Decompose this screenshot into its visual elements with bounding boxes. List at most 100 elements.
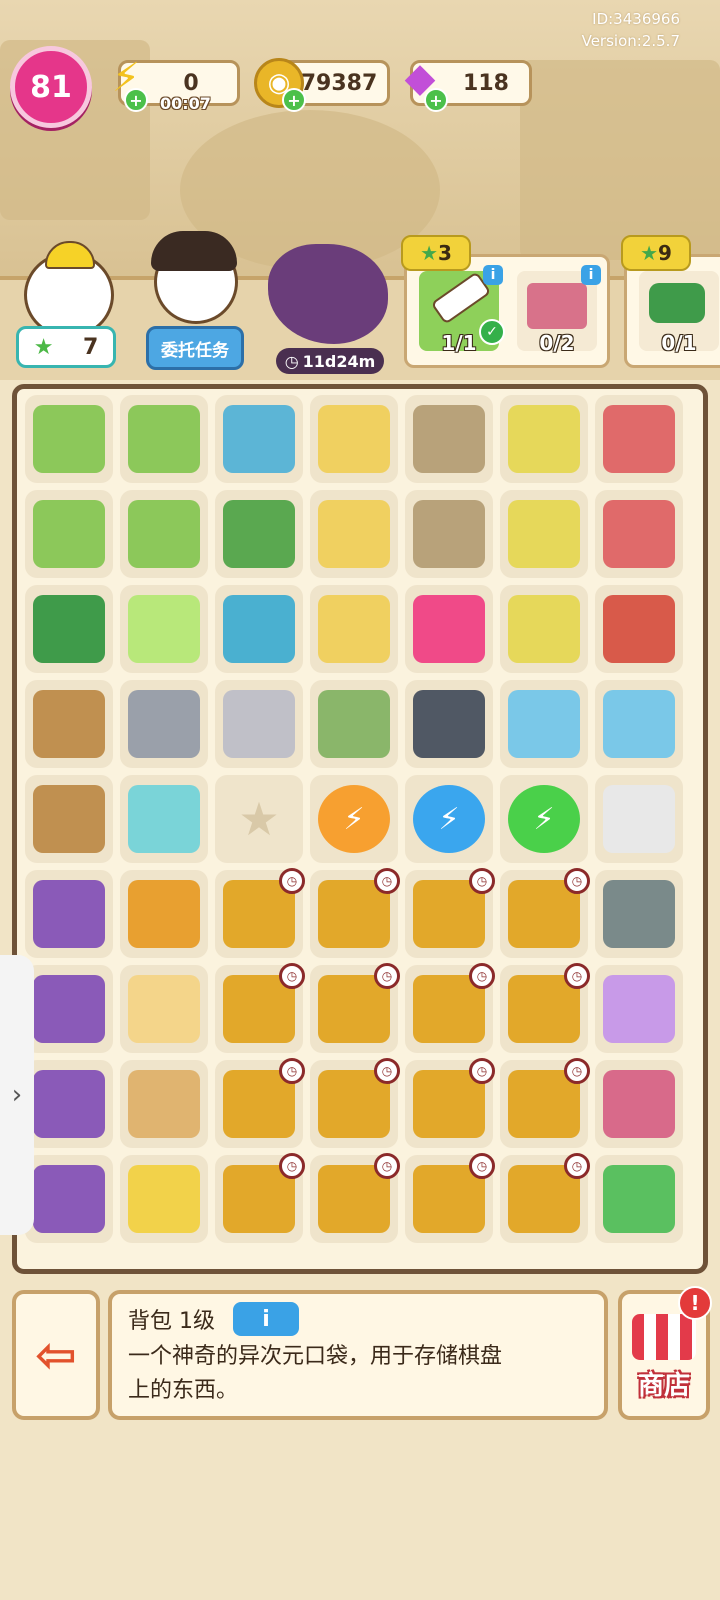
board-cell[interactable] xyxy=(215,680,303,768)
board-cell[interactable] xyxy=(405,585,493,673)
board-cell[interactable] xyxy=(25,585,113,673)
board-cell[interactable]: ⚡ xyxy=(500,775,588,863)
board-cell[interactable]: ◷ xyxy=(500,868,590,958)
board-cell[interactable] xyxy=(25,395,113,483)
board-cell[interactable]: ◷ xyxy=(500,1153,590,1243)
order-item-brick-pile[interactable]: 0/2 i xyxy=(517,265,601,355)
board-cell[interactable] xyxy=(500,680,588,768)
blueprint-box-icon xyxy=(223,405,295,473)
board-cell[interactable] xyxy=(405,490,493,578)
board-cell[interactable] xyxy=(405,680,493,768)
board-cell[interactable] xyxy=(120,490,208,578)
order-item-power-drill[interactable]: 0/1 xyxy=(639,271,719,355)
shop-button[interactable]: 商店 ! xyxy=(618,1286,712,1420)
board-cell[interactable]: ◷ xyxy=(215,1153,305,1243)
board-cell[interactable]: ◷ xyxy=(405,1058,495,1148)
order-card[interactable]: ★ 3 1/1 ✓ i 0/2 i xyxy=(401,235,610,368)
board-cell[interactable] xyxy=(595,775,683,863)
add-energy-button[interactable]: + xyxy=(124,88,148,112)
item-info-button[interactable]: i xyxy=(233,1302,299,1336)
board-cell[interactable] xyxy=(215,395,303,483)
board-cell[interactable] xyxy=(595,965,683,1053)
board-cell[interactable] xyxy=(310,395,398,483)
exit-button[interactable]: ⇦ xyxy=(12,1290,100,1420)
board-cell[interactable] xyxy=(500,490,588,578)
board-cell[interactable]: ◷ xyxy=(215,868,305,958)
board-cell[interactable] xyxy=(120,965,208,1053)
board-cell[interactable]: ★ xyxy=(215,775,303,863)
board-cell[interactable] xyxy=(595,1060,683,1148)
lock-timer-icon: ◷ xyxy=(279,868,305,894)
purple-bag-icon xyxy=(33,1165,105,1233)
board-cell[interactable]: ◷ xyxy=(310,1153,400,1243)
blue-trampoline-icon xyxy=(223,595,295,663)
duck-cart-icon xyxy=(318,500,390,568)
board-cell[interactable]: ◷ xyxy=(405,1153,495,1243)
side-panel-tab[interactable]: › xyxy=(0,955,34,1235)
board-cell[interactable] xyxy=(405,395,493,483)
board-cell[interactable]: ◷ xyxy=(500,1058,590,1148)
board-cell[interactable]: ◷ xyxy=(405,963,495,1053)
item-title: 背包 1级 xyxy=(128,1309,215,1334)
item-description-line: 一个神奇的异次元口袋，用于存储棋盘 xyxy=(128,1344,503,1369)
order-card[interactable]: ★ 9 0/1 xyxy=(621,235,720,368)
add-gems-button[interactable]: + xyxy=(424,88,448,112)
board-cell[interactable] xyxy=(120,585,208,673)
toolcart-icon xyxy=(508,405,580,473)
version-info: ID:3436966 Version:2.5.7 xyxy=(582,8,680,52)
board-cell[interactable] xyxy=(25,870,113,958)
player-level-badge[interactable]: 81 xyxy=(10,46,92,128)
board-cell[interactable]: ◷ xyxy=(310,868,400,958)
lock-timer-icon: ◷ xyxy=(469,1153,495,1179)
board-cell[interactable] xyxy=(595,395,683,483)
locker-icon xyxy=(413,405,485,473)
board-cell[interactable] xyxy=(500,395,588,483)
board-cell[interactable] xyxy=(120,680,208,768)
stars-value: 7 xyxy=(82,334,99,360)
order-item-paint-roller[interactable]: 1/1 ✓ i xyxy=(419,265,505,355)
board-cell[interactable]: ◷ xyxy=(310,963,400,1053)
board-cell[interactable]: ◷ xyxy=(215,963,305,1053)
board-cell[interactable]: ⚡ xyxy=(405,775,493,863)
task-button[interactable]: 委托任务 xyxy=(146,326,244,370)
star-icon: ★ xyxy=(420,241,438,265)
board-cell[interactable]: ◷ xyxy=(310,1058,400,1148)
board-cell[interactable] xyxy=(25,965,113,1053)
board-cell[interactable] xyxy=(310,680,398,768)
purple-bag-icon xyxy=(33,880,105,948)
paper-crane-icon xyxy=(603,975,675,1043)
board-cell[interactable]: ◷ xyxy=(500,963,590,1053)
board-cell[interactable] xyxy=(595,1155,683,1243)
board-cell[interactable]: ◷ xyxy=(215,1058,305,1148)
board-cell[interactable] xyxy=(25,1060,113,1148)
drill-icon xyxy=(649,283,705,323)
board-cell[interactable] xyxy=(25,490,113,578)
lock-timer-icon: ◷ xyxy=(564,1058,590,1084)
info-icon[interactable]: i xyxy=(581,265,601,285)
board-cell[interactable] xyxy=(595,680,683,768)
board-cell[interactable] xyxy=(25,1155,113,1243)
board-cell[interactable] xyxy=(25,680,113,768)
board-cell[interactable] xyxy=(120,870,208,958)
board-cell[interactable] xyxy=(120,1155,208,1243)
lock-timer-icon: ◷ xyxy=(564,1153,590,1179)
board-cell[interactable] xyxy=(310,585,398,673)
board-cell[interactable] xyxy=(215,490,303,578)
lock-timer-icon: ◷ xyxy=(374,963,400,989)
board-cell[interactable] xyxy=(595,870,683,958)
board-cell[interactable] xyxy=(25,775,113,863)
board-cell[interactable] xyxy=(120,1060,208,1148)
board-cell[interactable] xyxy=(595,490,683,578)
curly-hair-duck-avatar[interactable] xyxy=(151,231,238,324)
check-icon: ✓ xyxy=(479,319,505,345)
add-coins-button[interactable]: + xyxy=(282,88,306,112)
board-cell[interactable]: ◷ xyxy=(405,868,495,958)
board-cell[interactable] xyxy=(500,585,588,673)
board-cell[interactable] xyxy=(310,490,398,578)
board-cell[interactable] xyxy=(215,585,303,673)
info-icon[interactable]: i xyxy=(483,265,503,285)
board-cell[interactable]: ⚡ xyxy=(310,775,398,863)
board-cell[interactable] xyxy=(120,395,208,483)
board-cell[interactable] xyxy=(120,775,208,863)
board-cell[interactable] xyxy=(595,585,683,673)
